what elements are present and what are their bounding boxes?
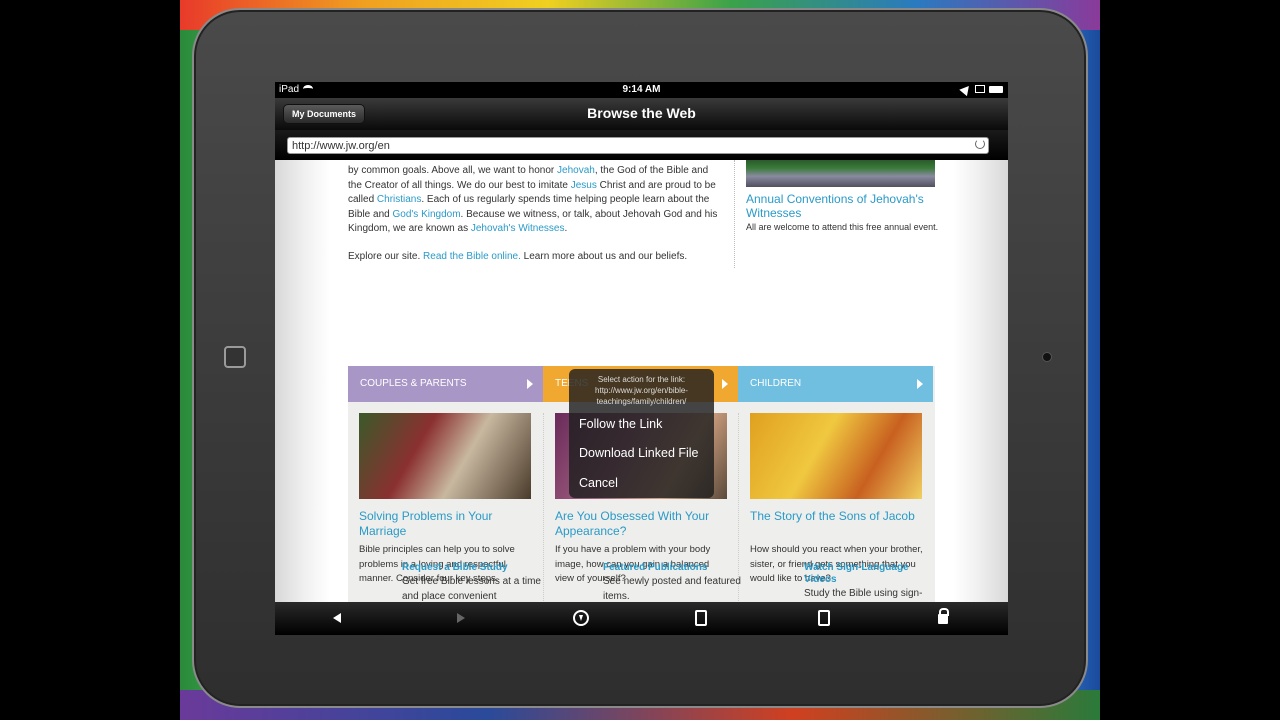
link-action-popover: Select action for the link: http://www.j… bbox=[569, 369, 714, 498]
explore-paragraph: Explore our site. Read the Bible online.… bbox=[348, 250, 718, 265]
read-bible-link[interactable]: Read the Bible online. bbox=[423, 251, 521, 262]
request-bible-study-link[interactable]: Request a Bible Study bbox=[402, 562, 542, 574]
explore-text: Learn more about us and our beliefs. bbox=[520, 251, 688, 262]
explore-text: Explore our site. bbox=[348, 251, 424, 262]
christians-link[interactable]: Christians bbox=[377, 194, 421, 205]
cancel-item[interactable]: Cancel bbox=[579, 476, 618, 490]
jesus-link[interactable]: Jesus bbox=[571, 180, 597, 191]
nav-bar: My Documents Browse the Web bbox=[275, 98, 1008, 130]
back-arrow-icon[interactable] bbox=[331, 610, 347, 626]
status-bar: iPad 9:14 AM bbox=[275, 82, 1008, 98]
card-divider bbox=[543, 413, 544, 602]
forward-arrow-icon[interactable] bbox=[453, 610, 469, 626]
url-bar bbox=[275, 130, 1008, 160]
arrow-right-icon bbox=[527, 379, 533, 389]
couples-parents-header[interactable]: COUPLES & PARENTS bbox=[348, 366, 543, 402]
arrow-right-icon bbox=[917, 379, 923, 389]
card-title-link[interactable]: Are You Obsessed With Your Appearance? bbox=[555, 509, 735, 539]
battery-icon bbox=[989, 86, 1003, 93]
screen-mirroring-icon bbox=[975, 85, 985, 93]
footer-description: Get free Bible lessons at a time and pla… bbox=[402, 576, 541, 602]
open-in-icon[interactable] bbox=[695, 610, 707, 626]
children-header[interactable]: CHILDREN bbox=[738, 366, 933, 402]
popover-header: Select action for the link: http://www.j… bbox=[595, 375, 688, 406]
home-button[interactable] bbox=[224, 346, 246, 368]
reload-icon[interactable] bbox=[975, 139, 985, 149]
camera-icon bbox=[1042, 352, 1052, 362]
intro-text: by common goals. Above all, we want to h… bbox=[348, 165, 558, 176]
convention-link[interactable]: Annual Conventions of Jehovah's Witnesse… bbox=[746, 192, 946, 220]
save-icon[interactable] bbox=[818, 610, 830, 626]
footer-description: Study the Bible using sign- bbox=[804, 588, 923, 599]
sign-language-videos-link[interactable]: Watch Sign-Language Videos bbox=[804, 562, 924, 586]
divider bbox=[734, 160, 735, 268]
card-header-label: COUPLES & PARENTS bbox=[360, 378, 467, 389]
footer-description: See newly posted and featured items. bbox=[603, 576, 741, 602]
card-header-label: CHILDREN bbox=[750, 378, 802, 389]
card-title-link[interactable]: The Story of the Sons of Jacob bbox=[750, 509, 930, 524]
nav-title: Browse the Web bbox=[587, 105, 696, 121]
jehovahs-witnesses-link[interactable]: Jehovah's Witnesses bbox=[471, 223, 565, 234]
convention-description: All are welcome to attend this free annu… bbox=[746, 222, 939, 232]
children-photo[interactable] bbox=[750, 413, 922, 499]
download-icon[interactable] bbox=[573, 610, 589, 626]
url-input[interactable] bbox=[287, 137, 989, 154]
card-title-link[interactable]: Solving Problems in Your Marriage bbox=[359, 509, 539, 539]
toolbar bbox=[275, 602, 1008, 635]
stage: iPad 9:14 AM My Documents Browse the Web… bbox=[0, 0, 1280, 720]
gods-kingdom-link[interactable]: God's Kingdom bbox=[392, 209, 460, 220]
intro-text: . bbox=[564, 223, 568, 234]
convention-photo[interactable] bbox=[746, 160, 935, 187]
couples-photo[interactable] bbox=[359, 413, 531, 499]
lock-icon[interactable] bbox=[938, 608, 949, 624]
featured-publications-link[interactable]: Featured Publications bbox=[603, 562, 743, 574]
follow-link-item[interactable]: Follow the Link bbox=[579, 417, 662, 431]
screen: iPad 9:14 AM My Documents Browse the Web… bbox=[275, 82, 1008, 635]
arrow-right-icon bbox=[722, 379, 728, 389]
status-time: 9:14 AM bbox=[622, 84, 661, 95]
webpage: by common goals. Above all, we want to h… bbox=[275, 160, 1008, 602]
jehovah-link[interactable]: Jehovah bbox=[557, 165, 595, 176]
intro-paragraph: by common goals. Above all, we want to h… bbox=[348, 164, 718, 237]
download-linked-file-item[interactable]: Download Linked File bbox=[579, 446, 699, 460]
